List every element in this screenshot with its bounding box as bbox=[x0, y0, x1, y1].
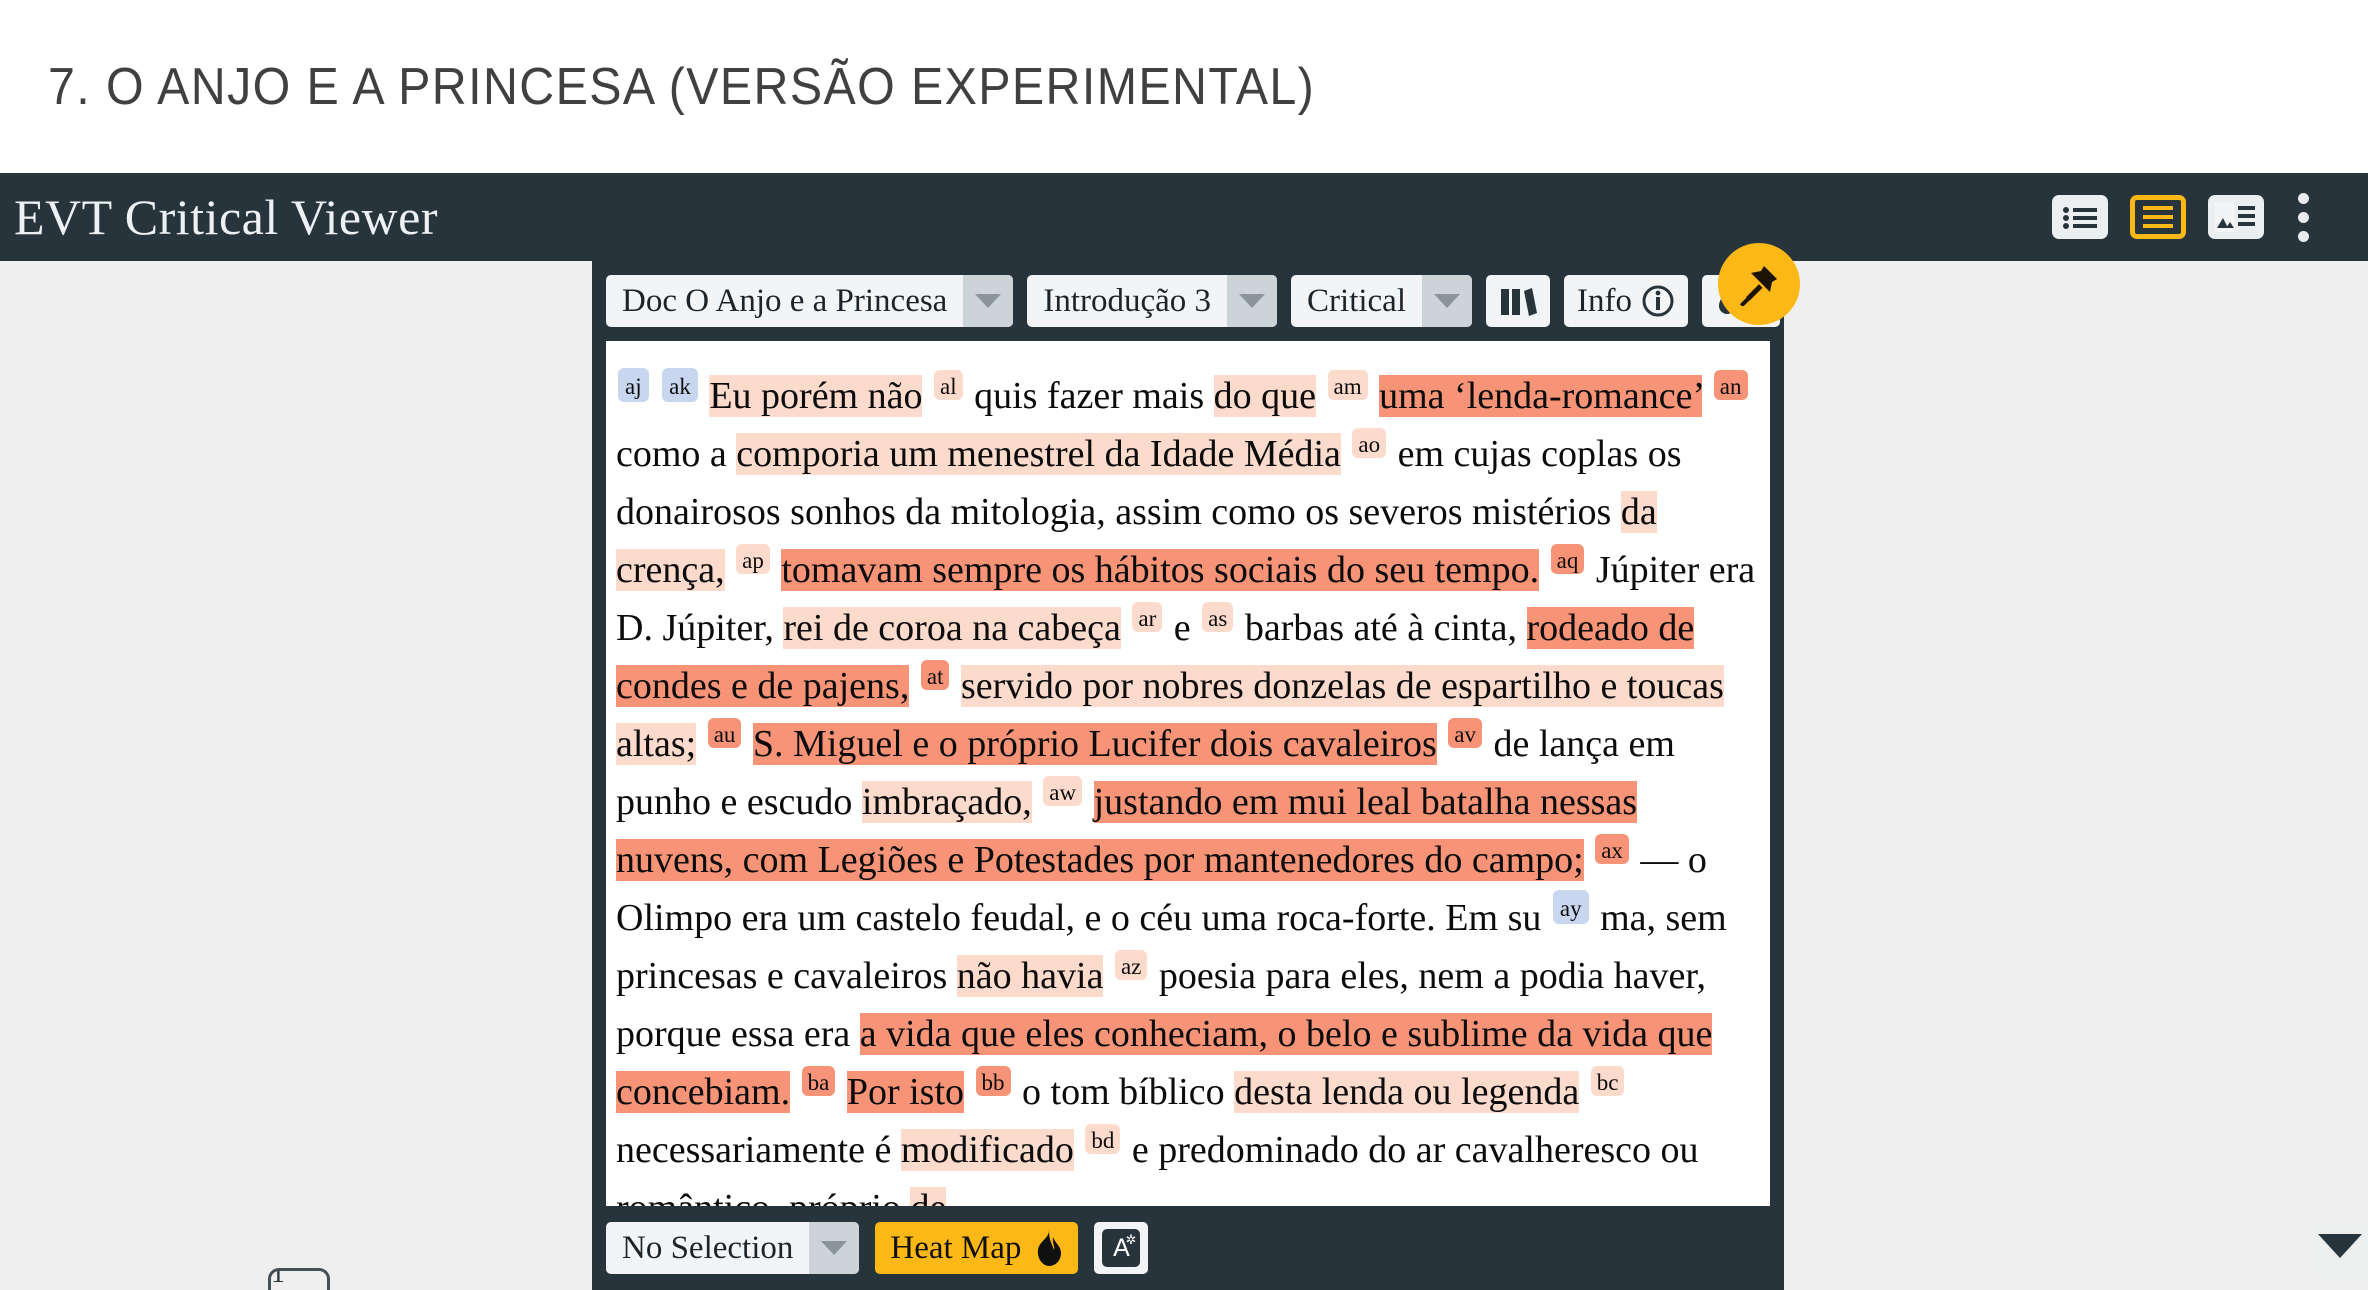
highlight-strong: tomavam sempre os hábitos sociais do seu… bbox=[781, 549, 1540, 591]
flame-icon bbox=[1038, 1230, 1062, 1266]
list-view-glyph bbox=[2063, 207, 2097, 229]
plain-text: como a bbox=[616, 433, 737, 475]
heatmap-button[interactable]: Heat Map bbox=[875, 1222, 1079, 1274]
apparatus-marker[interactable]: bd bbox=[1085, 1124, 1121, 1155]
plain-text: barbas até à cinta, bbox=[1244, 607, 1527, 649]
page-title: 7. O ANJO E A PRINCESA (VERSÃO EXPERIMEN… bbox=[48, 57, 1316, 116]
info-circle-icon bbox=[1642, 285, 1674, 317]
image-text-view-icon[interactable] bbox=[2208, 195, 2264, 239]
slide-title-bar: 7. O ANJO E A PRINCESA (VERSÃO EXPERIMEN… bbox=[0, 0, 2368, 173]
viewer-toolbar: Doc O Anjo e a Princesa Introdução 3 Cri… bbox=[592, 243, 1800, 341]
chevron-down-icon bbox=[809, 1222, 860, 1274]
apparatus-marker[interactable]: av bbox=[1448, 718, 1482, 749]
plain-text: e bbox=[1173, 607, 1201, 649]
variant-marker[interactable]: ak bbox=[662, 368, 698, 403]
document-select[interactable]: Doc O Anjo e a Princesa bbox=[606, 275, 1014, 327]
scroll-down-button[interactable] bbox=[2312, 1218, 2368, 1280]
clipped-previous-line: quis fazer mais do que bbox=[616, 341, 1760, 359]
chevron-down-icon bbox=[2318, 1234, 2362, 1258]
apparatus-marker[interactable]: ap bbox=[736, 544, 770, 575]
image-text-view-glyph bbox=[2215, 202, 2255, 232]
plain-text: necessariamente é bbox=[616, 1129, 901, 1171]
chevron-down-icon bbox=[1422, 275, 1472, 327]
highlight-light: imbraçado, bbox=[861, 781, 1032, 823]
font-settings-button[interactable]: A ✲ bbox=[1094, 1222, 1149, 1274]
library-button[interactable] bbox=[1486, 275, 1550, 327]
selection-select-label: No Selection bbox=[622, 1229, 794, 1266]
library-icon bbox=[1501, 288, 1537, 316]
apparatus-marker[interactable]: bc bbox=[1590, 1066, 1625, 1097]
edition-select[interactable]: Critical bbox=[1291, 275, 1472, 327]
highlight-light: do que bbox=[1213, 375, 1316, 417]
apparatus-marker[interactable]: ba bbox=[801, 1066, 836, 1097]
apparatus-marker[interactable]: at bbox=[920, 660, 950, 691]
more-options-icon[interactable] bbox=[2286, 192, 2320, 242]
app-brand: EVT Critical Viewer bbox=[14, 189, 438, 245]
apparatus-marker[interactable]: bb bbox=[975, 1066, 1011, 1097]
variant-marker[interactable]: ay bbox=[1552, 890, 1589, 925]
apparatus-marker[interactable]: aw bbox=[1043, 776, 1083, 807]
evt-viewer-panel: Doc O Anjo e a Princesa Introdução 3 Cri… bbox=[592, 243, 1800, 1290]
header-icon-group bbox=[2052, 192, 2320, 242]
more-options-dots bbox=[2297, 192, 2309, 242]
highlight-light: de bbox=[910, 1187, 947, 1206]
document-select-label: Doc O Anjo e a Princesa bbox=[622, 282, 948, 319]
apparatus-marker[interactable]: as bbox=[1202, 602, 1234, 633]
highlight-light: rei de coroa na cabeça bbox=[783, 607, 1121, 649]
info-button-label: Info bbox=[1577, 282, 1632, 319]
font-glyph-icon: A ✲ bbox=[1102, 1229, 1141, 1267]
apparatus-marker[interactable]: aq bbox=[1550, 544, 1585, 575]
highlight-strong: S. Miguel e o próprio Lucifer dois caval… bbox=[752, 723, 1437, 765]
apparatus-marker[interactable]: al bbox=[933, 370, 963, 401]
apparatus-marker[interactable]: az bbox=[1114, 950, 1148, 981]
variant-marker[interactable]: aj bbox=[618, 368, 649, 403]
text-view-glyph bbox=[2143, 206, 2173, 228]
apparatus-marker[interactable]: ar bbox=[1132, 602, 1163, 633]
pin-button[interactable] bbox=[1718, 243, 1800, 325]
text-view-icon[interactable] bbox=[2130, 195, 2186, 239]
highlight-strong: Por isto bbox=[846, 1071, 965, 1113]
plain-text: o tom bíblico bbox=[1022, 1071, 1235, 1113]
section-select-label: Introdução 3 bbox=[1043, 282, 1212, 319]
highlight-light: desta lenda ou legenda bbox=[1234, 1071, 1580, 1113]
heatmap-button-label: Heat Map bbox=[890, 1229, 1022, 1266]
apparatus-marker[interactable]: ax bbox=[1595, 834, 1629, 865]
page-body: Doc O Anjo e a Princesa Introdução 3 Cri… bbox=[0, 243, 2368, 1290]
apparatus-marker[interactable]: au bbox=[707, 718, 742, 749]
plain-text: quis fazer mais bbox=[974, 375, 1214, 417]
page-indicator[interactable]: 1 cfp bbox=[268, 1268, 330, 1290]
info-button[interactable]: Info bbox=[1564, 275, 1688, 327]
page-indicator-label: 1 cfp bbox=[271, 1268, 285, 1289]
highlight-light: comporia um menestrel da Idade Média bbox=[736, 433, 1341, 475]
critical-text-panel[interactable]: quis fazer mais do que aj ak Eu porém nã… bbox=[606, 341, 1770, 1206]
highlight-light: Eu porém não bbox=[709, 375, 923, 417]
chevron-down-icon bbox=[963, 275, 1014, 327]
highlight-light: não havia bbox=[956, 955, 1104, 997]
viewer-bottom-bar: No Selection Heat Map A ✲ bbox=[592, 1206, 1784, 1290]
edition-select-label: Critical bbox=[1307, 282, 1406, 319]
apparatus-marker[interactable]: am bbox=[1327, 370, 1368, 401]
chevron-down-icon bbox=[1227, 275, 1278, 327]
highlight-light: modificado bbox=[900, 1129, 1074, 1171]
apparatus-marker[interactable]: ao bbox=[1352, 428, 1387, 459]
app-header: EVT Critical Viewer bbox=[0, 173, 2368, 261]
selection-select[interactable]: No Selection bbox=[606, 1222, 860, 1274]
highlight-strong: uma ‘lenda-romance’ bbox=[1379, 375, 1703, 417]
critical-text-body[interactable]: aj ak Eu porém não al quis fazer mais do… bbox=[616, 363, 1760, 1206]
section-select[interactable]: Introdução 3 bbox=[1027, 275, 1278, 327]
pin-icon bbox=[1739, 266, 1777, 306]
apparatus-marker[interactable]: an bbox=[1713, 370, 1748, 401]
list-view-icon[interactable] bbox=[2052, 195, 2108, 239]
